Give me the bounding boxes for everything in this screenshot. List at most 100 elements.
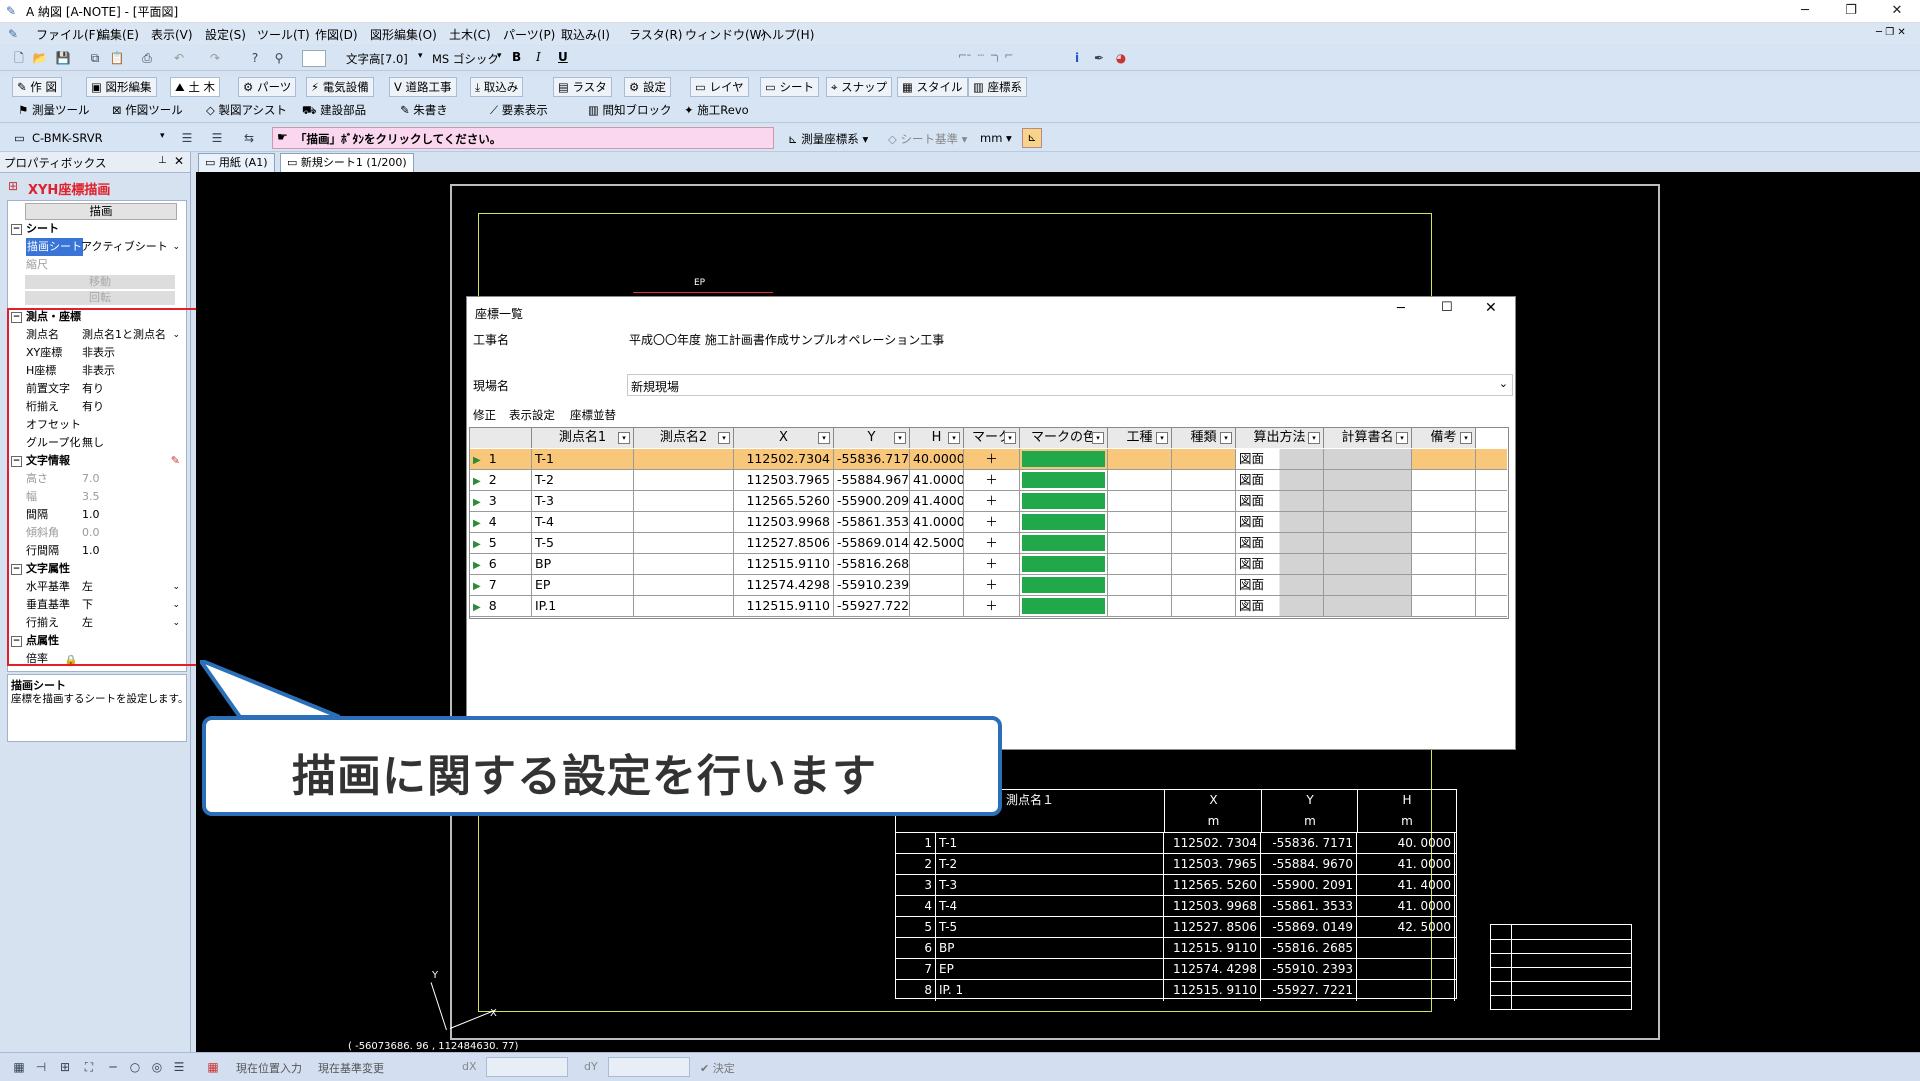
grid-cell[interactable] (1412, 449, 1476, 469)
grid-cell[interactable]: 41.4000 (910, 491, 964, 511)
grid-cell[interactable] (910, 596, 964, 616)
grid-cell[interactable]: ＋ (964, 596, 1020, 616)
menu-help[interactable]: ヘルプ(H) (760, 26, 814, 43)
grid-cell[interactable]: ＋ (964, 449, 1020, 469)
grid-cell[interactable] (1324, 596, 1412, 616)
tab-paper[interactable]: ▭ 用紙 (A1) (198, 153, 275, 173)
tab-parts[interactable]: ⚙ パーツ (238, 77, 297, 97)
grid-cell[interactable] (1324, 554, 1412, 574)
dialog-close-button[interactable]: ✕ (1485, 300, 1497, 316)
grid-cell[interactable]: 図面 (1236, 533, 1324, 553)
mark-color-swatch[interactable] (1022, 598, 1105, 614)
chevron-down-icon[interactable]: ⌄ (172, 238, 180, 256)
draw-sheet-row[interactable]: 描画シート アクティブシート ⌄ (8, 238, 186, 256)
grid-cell[interactable]: T-4 (532, 512, 634, 532)
mark-color-swatch[interactable] (1022, 535, 1105, 551)
filter-icon[interactable]: ▾ (1156, 432, 1168, 444)
grid-cell[interactable]: ＋ (964, 533, 1020, 553)
measure-icon[interactable]: ⊾ (1022, 128, 1042, 148)
grid-cell[interactable] (1412, 596, 1476, 616)
grid-cell[interactable] (1020, 470, 1108, 490)
calendar-icon[interactable]: ▦ (204, 1058, 222, 1076)
rotate-button[interactable]: 回転 (25, 291, 175, 305)
grid-cell[interactable] (1412, 533, 1476, 553)
edit-link[interactable]: 修正 (473, 407, 496, 423)
grid-cell[interactable] (1108, 491, 1172, 511)
grid-cell[interactable]: -55900.2091 (834, 491, 910, 511)
grid-cell[interactable] (1324, 512, 1412, 532)
grid-cell[interactable]: ＋ (964, 512, 1020, 532)
menu-file[interactable]: ファイル(F) (36, 26, 100, 43)
row-selector[interactable]: ▶ 3 (470, 491, 532, 511)
tab-electric[interactable]: ⚡ 電気設備 (306, 77, 374, 97)
tab-snap[interactable]: ⌖ スナップ (826, 77, 893, 97)
grid-cell[interactable] (1324, 575, 1412, 595)
minimize-button[interactable]: ─ (1782, 0, 1828, 22)
grid-cell[interactable] (1324, 533, 1412, 553)
transfer-icon[interactable]: ⇆ (240, 129, 258, 147)
ok-button[interactable]: ✔ 決定 (700, 1060, 735, 1076)
menu-settings[interactable]: 設定(S) (205, 26, 246, 43)
layer-toggle-icon[interactable]: ⛶ (80, 1058, 98, 1076)
grid-cell[interactable] (1020, 491, 1108, 511)
grid-cell[interactable] (1108, 575, 1172, 595)
grid-cell[interactable]: 図面 (1236, 596, 1324, 616)
stack-icon[interactable]: ☰ (208, 129, 226, 147)
grid-toggle-icon[interactable]: ▦ (10, 1058, 28, 1076)
grid-cell[interactable] (1172, 554, 1236, 574)
filter-icon[interactable]: ▾ (818, 432, 830, 444)
filter-icon[interactable]: ▾ (1220, 432, 1232, 444)
menu-tools[interactable]: ツール(T) (257, 26, 310, 43)
table-row[interactable]: ▶ 6 BP 112515.9110 -55816.2685 ＋図面 (470, 554, 1507, 575)
context-help-icon[interactable]: ⚲ (270, 49, 288, 67)
grid-cell[interactable] (1020, 575, 1108, 595)
grid-cell[interactable] (1020, 554, 1108, 574)
grid-header-8[interactable]: 工種 ▾ (1108, 428, 1172, 448)
grid-cell[interactable]: 112565.5260 (734, 491, 834, 511)
mark-color-swatch[interactable] (1022, 451, 1105, 467)
new-file-icon[interactable]: 🗋 (10, 49, 28, 67)
row-selector[interactable]: ▶ 2 (470, 470, 532, 490)
grid-header-9[interactable]: 種類 ▾ (1172, 428, 1236, 448)
grid-cell[interactable]: -55910.2393 (834, 575, 910, 595)
tab-style[interactable]: ▦ スタイル (897, 77, 968, 97)
grid-cell[interactable]: -55836.7171 (834, 449, 910, 469)
mark-color-swatch[interactable] (1022, 556, 1105, 572)
row-selector[interactable]: ▶ 7 (470, 575, 532, 595)
grid-cell[interactable] (1412, 575, 1476, 595)
color-picker-icon[interactable]: ◕ (1112, 49, 1130, 67)
tab-sheet[interactable]: ▭ シート (760, 77, 820, 97)
display-settings-link[interactable]: 表示設定 (509, 407, 555, 423)
table-row[interactable]: ▶ 3 T-3 112565.5260 -55900.2091 41.4000 ＋図面 (470, 491, 1507, 512)
grid-cell[interactable] (1412, 470, 1476, 490)
table-row[interactable]: ▶ 8 IP.1 112515.9110 -55927.7221 ＋図面 (470, 596, 1507, 617)
menu-parts[interactable]: パーツ(P) (503, 26, 555, 43)
grid-cell[interactable]: BP (532, 554, 634, 574)
grid-header-6[interactable]: マーク ▾ (964, 428, 1020, 448)
block-wall-button[interactable]: ▥ 間知ブロック (588, 102, 672, 118)
grid-header-1[interactable]: 測点名1 ▾ (532, 428, 634, 448)
grid-cell[interactable] (1172, 470, 1236, 490)
grid-cell[interactable]: 図面 (1236, 470, 1324, 490)
italic-button[interactable]: I (536, 50, 541, 64)
sort-coords-link[interactable]: 座標並替 (570, 407, 616, 423)
grid-cell[interactable]: 図面 (1236, 554, 1324, 574)
grid-cell[interactable]: 図面 (1236, 491, 1324, 511)
chevron-down-icon[interactable]: ▾ (418, 51, 423, 61)
grid-cell[interactable] (1324, 449, 1412, 469)
filter-icon[interactable]: ▾ (718, 432, 730, 444)
grid-cell[interactable] (1172, 533, 1236, 553)
tab-import[interactable]: ⤓ 取込み (470, 77, 524, 97)
sheet-section[interactable]: − シート (8, 220, 186, 238)
filter-icon[interactable]: ▾ (1092, 432, 1104, 444)
grid-cell[interactable]: 図面 (1236, 575, 1324, 595)
pin-icon[interactable]: ⊥ (158, 155, 167, 166)
mark-color-swatch[interactable] (1022, 472, 1105, 488)
chevron-down-icon[interactable]: ▾ (497, 51, 502, 61)
grid-cell[interactable]: -55861.3533 (834, 512, 910, 532)
filter-icon[interactable]: ▾ (1308, 432, 1320, 444)
red-marking-button[interactable]: ✎ 朱書き (400, 102, 448, 118)
dx-input[interactable] (486, 1057, 568, 1077)
tab-settings[interactable]: ⚙ 設定 (624, 77, 671, 97)
grid-cell[interactable]: T-1 (532, 449, 634, 469)
